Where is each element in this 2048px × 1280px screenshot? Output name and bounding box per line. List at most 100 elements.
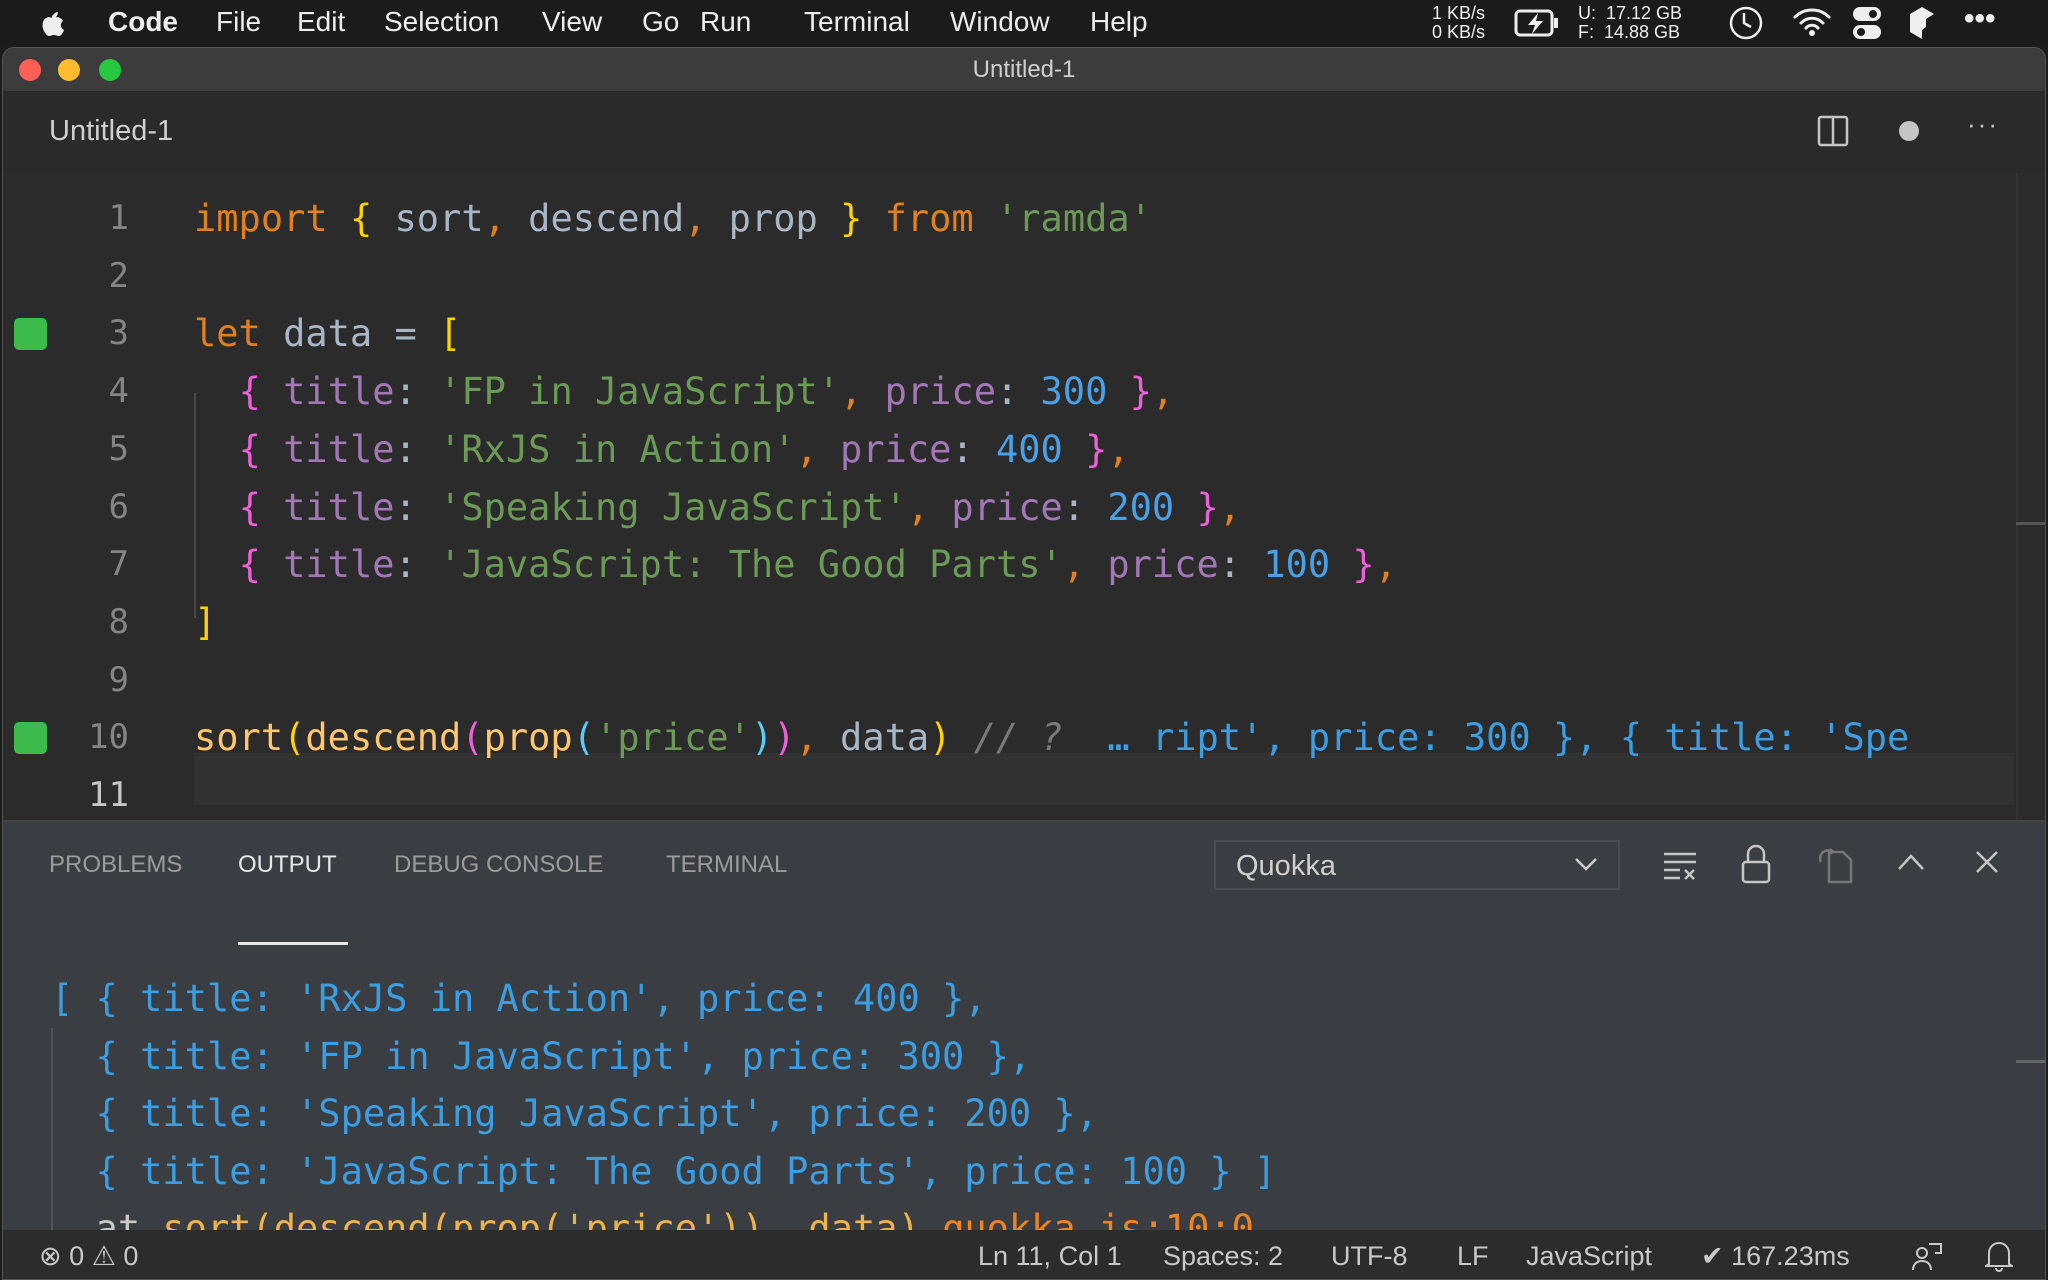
code-token: , [1374, 543, 1397, 587]
code-token: // ? [951, 716, 1063, 760]
menu-view[interactable]: View [542, 6, 602, 38]
line-number: 1 [108, 198, 129, 238]
code-token: ) [773, 716, 796, 760]
code-token: : [394, 485, 440, 529]
more-actions-icon[interactable]: ··· [1967, 109, 1999, 140]
tab-problems[interactable]: PROBLEMS [49, 851, 182, 879]
menu-window[interactable]: Window [950, 6, 1050, 38]
output-token: { title: 'Speaking JavaScript', price: 2… [51, 1092, 1098, 1135]
code-token: ( [572, 716, 595, 760]
code-token: from [884, 197, 974, 240]
code-editor[interactable]: 1 2 3 4 5 6 7 8 9 10 11 import { sort, descend, pr… [3, 173, 2045, 820]
close-panel-icon[interactable] [1975, 850, 1999, 874]
indentation[interactable]: Spaces: 2 [1163, 1241, 1283, 1272]
code-token: import [194, 197, 328, 240]
code-token: [ [439, 312, 462, 356]
maximize-panel-icon[interactable] [1897, 852, 1925, 872]
tab-terminal[interactable]: TERMINAL [666, 851, 787, 879]
quokka-coverage-marker[interactable] [14, 722, 47, 755]
more-menu-icon[interactable]: ••• [1964, 2, 1996, 36]
quokka-coverage-marker[interactable] [14, 318, 47, 351]
apple-icon[interactable] [40, 7, 66, 37]
code-token: 'FP in JavaScript' [439, 370, 841, 414]
tab-output[interactable]: OUTPUT [238, 851, 337, 879]
code-token: { [238, 370, 261, 414]
code-token: : [394, 543, 440, 587]
line-number: 6 [108, 486, 129, 527]
code-token: data = [260, 312, 440, 356]
code-token: , [684, 197, 707, 240]
net-down[interactable]: 0 KB/s [1432, 23, 1485, 41]
code-token: 'price' [595, 716, 751, 760]
code-token: 200 [1107, 485, 1175, 529]
output-line: { title: 'Speaking JavaScript', price: 2… [51, 1085, 1098, 1143]
battery-charging-icon[interactable] [1514, 9, 1562, 37]
app-extension-icon[interactable] [1908, 6, 1936, 40]
split-editor-icon[interactable] [1817, 115, 1849, 147]
menu-help[interactable]: Help [1090, 6, 1148, 38]
menu-app-name[interactable]: Code [108, 6, 178, 38]
disk-free[interactable]: F: 14.88 GB [1578, 23, 1680, 41]
code-token: } [840, 197, 863, 240]
output-channel-select[interactable]: Quokka [1214, 840, 1620, 890]
code-token: { [238, 543, 261, 587]
menu-run[interactable]: Run [700, 6, 751, 38]
problems-indicator[interactable]: ⊗ 0 ⚠ 0 [39, 1241, 138, 1272]
code-token: let [194, 312, 261, 356]
unsaved-dot-icon[interactable] [1899, 121, 1919, 141]
code-token: , [1218, 485, 1242, 529]
code-line: let data = [ [194, 305, 461, 363]
output-token: { title: 'JavaScript: The Good Parts', p… [51, 1149, 1277, 1193]
wifi-icon[interactable] [1792, 7, 1832, 37]
error-count: 0 [69, 1241, 85, 1271]
code-token: … ript', price: 300 }, { title: 'Spe [1062, 716, 1910, 760]
quokka-timing[interactable]: ✔ 167.23ms [1701, 1241, 1850, 1272]
code-line: sort(descend(prop('price')), data) // ? … [194, 709, 1909, 767]
end-of-line[interactable]: LF [1457, 1241, 1489, 1272]
menu-terminal[interactable]: Terminal [804, 6, 910, 38]
menu-edit[interactable]: Edit [297, 6, 345, 38]
open-log-file-icon[interactable] [1817, 844, 1855, 884]
overview-ruler[interactable] [2016, 173, 2018, 820]
vscode-window: Untitled-1 Untitled-1 ··· 1 2 3 4 5 6 7 8 9 10 11 … [2, 47, 2046, 1280]
code-token: : [1218, 543, 1264, 587]
output-channel-value: Quokka [1236, 850, 1336, 882]
editor-tab-untitled[interactable]: Untitled-1 [49, 115, 173, 148]
code-token: , [1151, 370, 1175, 414]
menu-selection[interactable]: Selection [384, 6, 499, 38]
chevron-down-icon [1575, 858, 1597, 871]
code-line: ] [194, 594, 216, 652]
control-center-icon[interactable] [1852, 6, 1882, 40]
menu-file[interactable]: File [216, 6, 261, 38]
menu-go[interactable]: Go [642, 6, 679, 38]
cursor-position[interactable]: Ln 11, Col 1 [978, 1241, 1122, 1272]
active-tab-underline [238, 942, 348, 945]
feedback-icon[interactable] [1911, 1242, 1943, 1272]
code-token: ( [283, 716, 306, 760]
language-mode[interactable]: JavaScript [1526, 1241, 1652, 1272]
output-line: [ { title: 'RxJS in Action', price: 400 … [51, 970, 987, 1028]
code-token: } [1085, 427, 1108, 471]
lock-icon[interactable] [1741, 844, 1771, 884]
editor-tab-bar: Untitled-1 ··· [3, 91, 2045, 173]
notifications-bell-icon[interactable] [1985, 1240, 2013, 1272]
code-token: title [260, 427, 395, 471]
code-token: 300 [1040, 370, 1108, 414]
tab-debug-console[interactable]: DEBUG CONSOLE [394, 851, 603, 879]
clear-output-icon[interactable] [1663, 850, 1699, 882]
code-token: , [1062, 543, 1086, 587]
disk-used[interactable]: U: 17.12 GB [1578, 4, 1682, 22]
net-up[interactable]: 1 KB/s [1432, 4, 1485, 22]
panel-scrollbar-marker [2016, 1060, 2045, 1063]
code-line: { title: 'Speaking JavaScript', price: 2… [194, 479, 1241, 537]
line-number: 4 [108, 371, 129, 412]
code-token: , [906, 485, 930, 529]
warning-icon: ⚠ [91, 1241, 116, 1271]
encoding[interactable]: UTF-8 [1331, 1241, 1408, 1272]
clock-icon[interactable] [1728, 5, 1764, 41]
line-number: 2 [108, 255, 129, 296]
